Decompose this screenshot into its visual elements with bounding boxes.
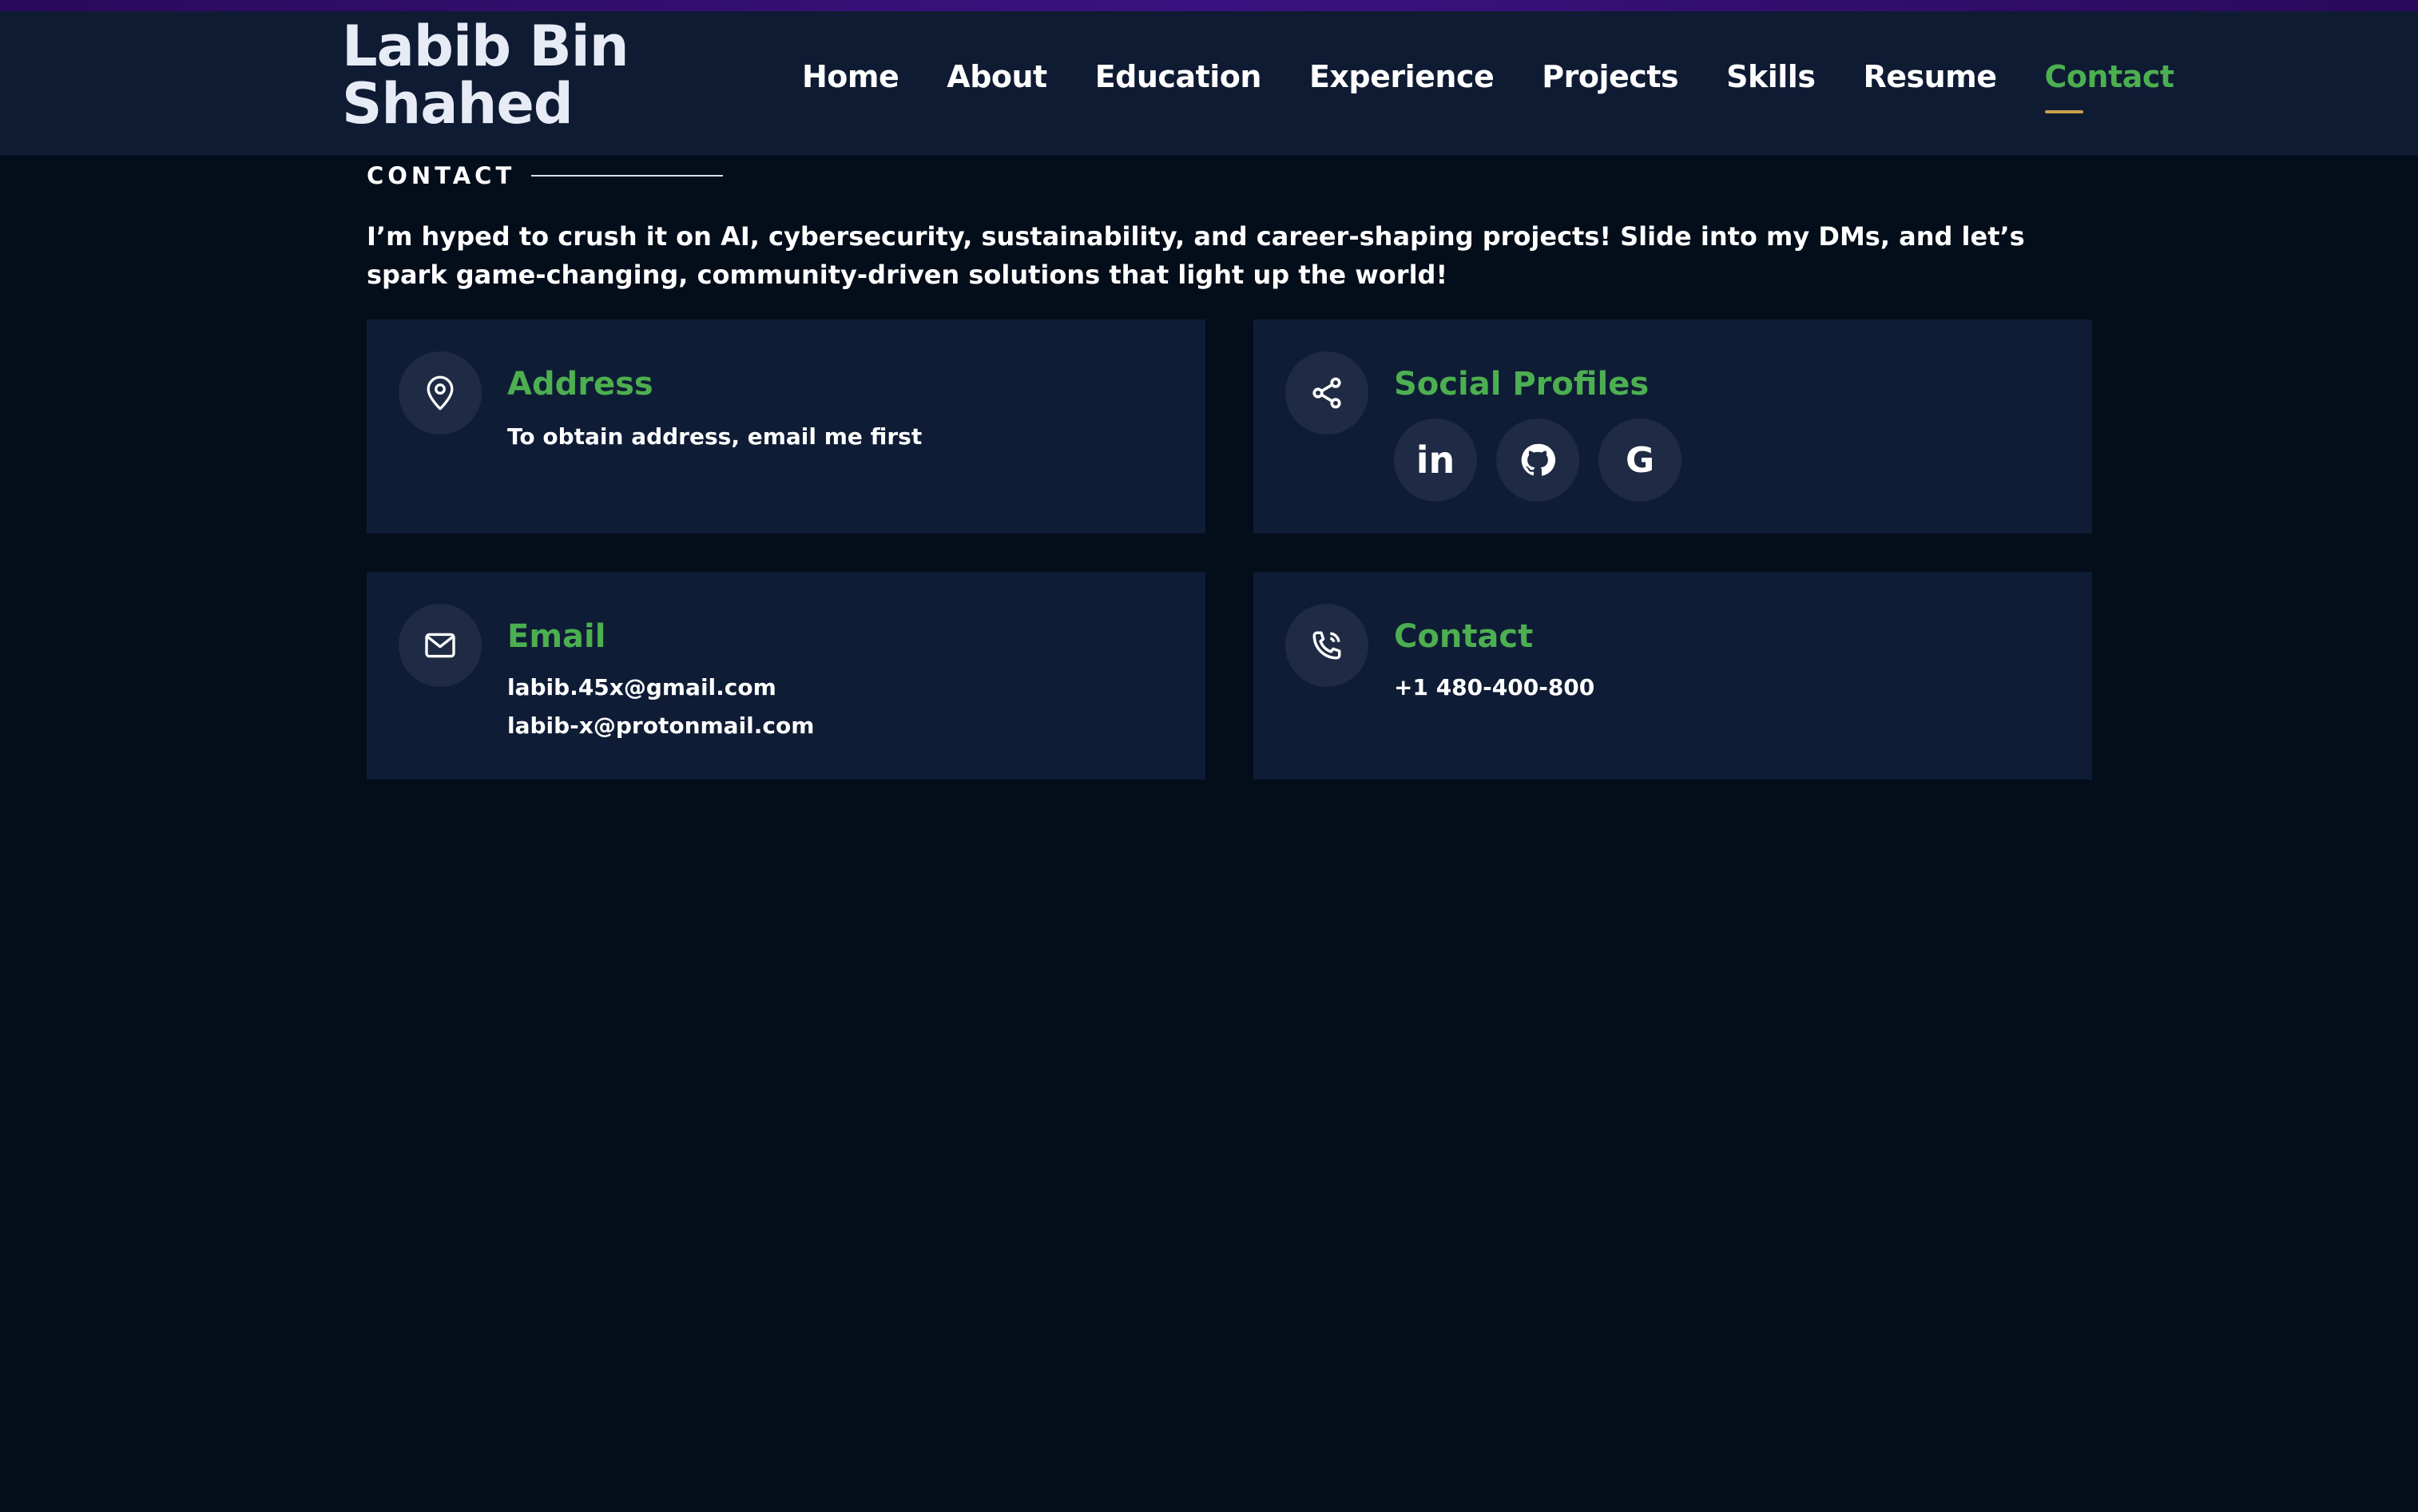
share-icon <box>1285 351 1368 435</box>
site-header: Labib Bin Shahed Home About Education Ex… <box>0 11 2418 155</box>
email-address-primary[interactable]: labib.45x@gmail.com <box>507 674 776 700</box>
nav-item-resume[interactable]: Resume <box>1863 59 1997 94</box>
nav-item-experience[interactable]: Experience <box>1309 59 1495 94</box>
section-heading: CONTACT <box>367 162 724 189</box>
address-text: To obtain address, email me first <box>507 423 923 450</box>
social-title: Social Profiles <box>1394 366 1650 403</box>
social-card: Social Profiles in G <box>1253 319 2092 534</box>
linkedin-icon[interactable]: in <box>1394 419 1477 502</box>
main-nav: Home About Education Experience Projects… <box>802 59 2174 131</box>
email-card: Email labib.45x@gmail.com labib-x@proton… <box>367 572 1205 780</box>
site-brand[interactable]: Labib Bin Shahed <box>342 18 677 133</box>
section-heading-text: CONTACT <box>367 162 516 189</box>
google-glyph: G <box>1625 439 1655 481</box>
email-title: Email <box>507 618 606 655</box>
top-accent-strip <box>0 0 2418 11</box>
google-icon[interactable]: G <box>1598 419 1681 502</box>
nav-item-about[interactable]: About <box>947 59 1047 94</box>
mail-icon <box>399 604 482 687</box>
nav-item-home[interactable]: Home <box>802 59 899 94</box>
nav-item-projects[interactable]: Projects <box>1542 59 1678 94</box>
contact-intro: I’m hyped to crush it on AI, cybersecuri… <box>367 221 2025 290</box>
address-card: Address To obtain address, email me firs… <box>367 319 1205 534</box>
nav-item-contact[interactable]: Contact <box>2044 59 2174 113</box>
nav-item-education[interactable]: Education <box>1095 59 1262 94</box>
section-heading-rule <box>531 175 724 177</box>
email-address-secondary[interactable]: labib-x@protonmail.com <box>507 712 814 739</box>
address-title: Address <box>507 366 653 403</box>
map-pin-icon <box>399 351 482 435</box>
github-icon[interactable] <box>1496 419 1579 502</box>
nav-item-skills[interactable]: Skills <box>1726 59 1816 94</box>
phone-title: Contact <box>1394 618 1534 655</box>
phone-number[interactable]: +1 480-400-800 <box>1394 674 1594 700</box>
phone-card: Contact +1 480-400-800 <box>1253 572 2092 780</box>
linkedin-glyph: in <box>1415 439 1455 482</box>
phone-icon <box>1285 604 1368 687</box>
